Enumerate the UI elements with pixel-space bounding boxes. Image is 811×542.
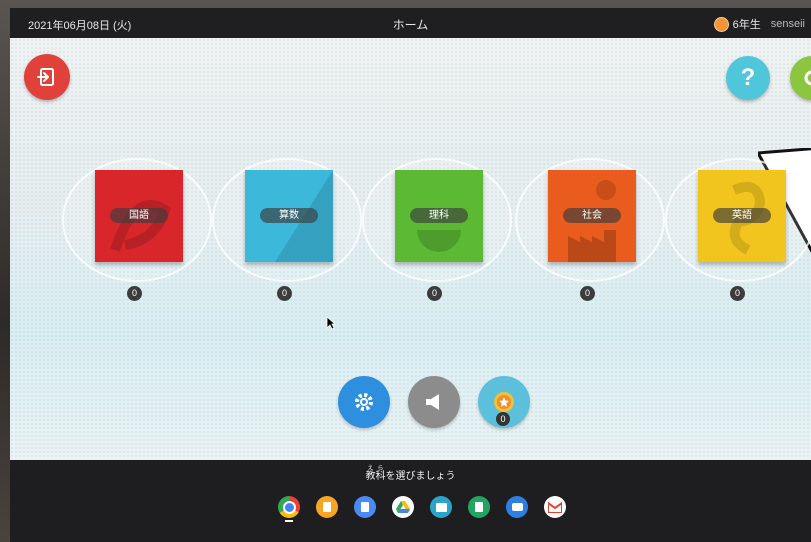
announcement-button[interactable] <box>408 376 460 428</box>
instruction-text: 教科えらを選びましょう <box>10 466 811 482</box>
subject-label: 国語 <box>110 208 168 223</box>
instruction-ruby-reading: えら <box>365 466 386 472</box>
subject-card[interactable]: 社会 <box>548 170 636 262</box>
chrome-icon[interactable] <box>278 496 300 518</box>
instruction-ruby-base: 教科 <box>365 471 386 482</box>
logout-icon <box>37 68 54 86</box>
subject-count: 0 <box>427 286 442 301</box>
sheets-icon[interactable] <box>468 496 490 518</box>
status-bar: 2021年06月08日 (火) ホーム 6年生 senseii <box>10 8 811 38</box>
app-shelf <box>10 486 811 526</box>
badge-count: 0 <box>496 412 510 426</box>
megaphone-icon <box>426 394 439 410</box>
subject-label: 理科 <box>410 208 468 223</box>
subject-count: 0 <box>127 286 142 301</box>
avatar <box>713 16 729 32</box>
drive-icon[interactable] <box>392 496 414 518</box>
subject-rika[interactable]: 理科 0 <box>362 158 512 308</box>
subject-eigo[interactable]: 英語 0 <box>665 158 811 308</box>
user-grade: 6年生 <box>732 19 761 31</box>
subject-card[interactable]: 英語 <box>698 170 786 262</box>
logout-button[interactable] <box>24 54 70 100</box>
gear-icon <box>355 393 373 411</box>
bottom-buttons: 0 <box>10 376 811 436</box>
extra-button[interactable] <box>790 56 811 100</box>
user-name: senseii <box>770 18 805 30</box>
subject-card[interactable]: 国語 <box>95 170 183 262</box>
active-indicator <box>285 520 293 522</box>
subject-list: 国語 0 算数 0 理科 0 社会 0 英語 0 <box>10 158 811 328</box>
subject-count: 0 <box>730 286 745 301</box>
settings-button[interactable] <box>338 376 390 428</box>
badge-button[interactable]: 0 <box>478 376 530 428</box>
subject-label: 英語 <box>713 208 771 223</box>
camera-icon[interactable] <box>506 496 528 518</box>
help-button[interactable]: ? <box>726 56 770 100</box>
subject-label: 算数 <box>260 208 318 223</box>
subject-label: 社会 <box>563 208 621 223</box>
classroom-icon[interactable] <box>430 496 452 518</box>
instruction-ruby: 教科えら <box>365 466 386 482</box>
circle-icon <box>804 70 811 86</box>
mouse-cursor <box>326 316 336 330</box>
gmail-icon[interactable] <box>544 496 566 518</box>
screen: 2021年06月08日 (火) ホーム 6年生 senseii ? 国語 0 算… <box>10 8 811 542</box>
user-info[interactable]: 6年生 senseii <box>713 16 805 32</box>
subject-shakai[interactable]: 社会 0 <box>515 158 665 308</box>
page-title: ホーム <box>392 18 429 32</box>
instruction-rest: を選びましょう <box>385 471 456 482</box>
subject-card[interactable]: 算数 <box>245 170 333 262</box>
subject-card[interactable]: 理科 <box>395 170 483 262</box>
subject-sansu[interactable]: 算数 0 <box>212 158 362 308</box>
docs-icon[interactable] <box>354 496 376 518</box>
files-icon[interactable] <box>316 496 338 518</box>
subject-count: 0 <box>580 286 595 301</box>
subject-kokugo[interactable]: 国語 0 <box>62 158 212 308</box>
help-icon: ? <box>740 64 756 91</box>
app-area: ? 国語 0 算数 0 理科 0 社会 0 英語 0 0 <box>10 38 811 460</box>
subject-count: 0 <box>277 286 292 301</box>
